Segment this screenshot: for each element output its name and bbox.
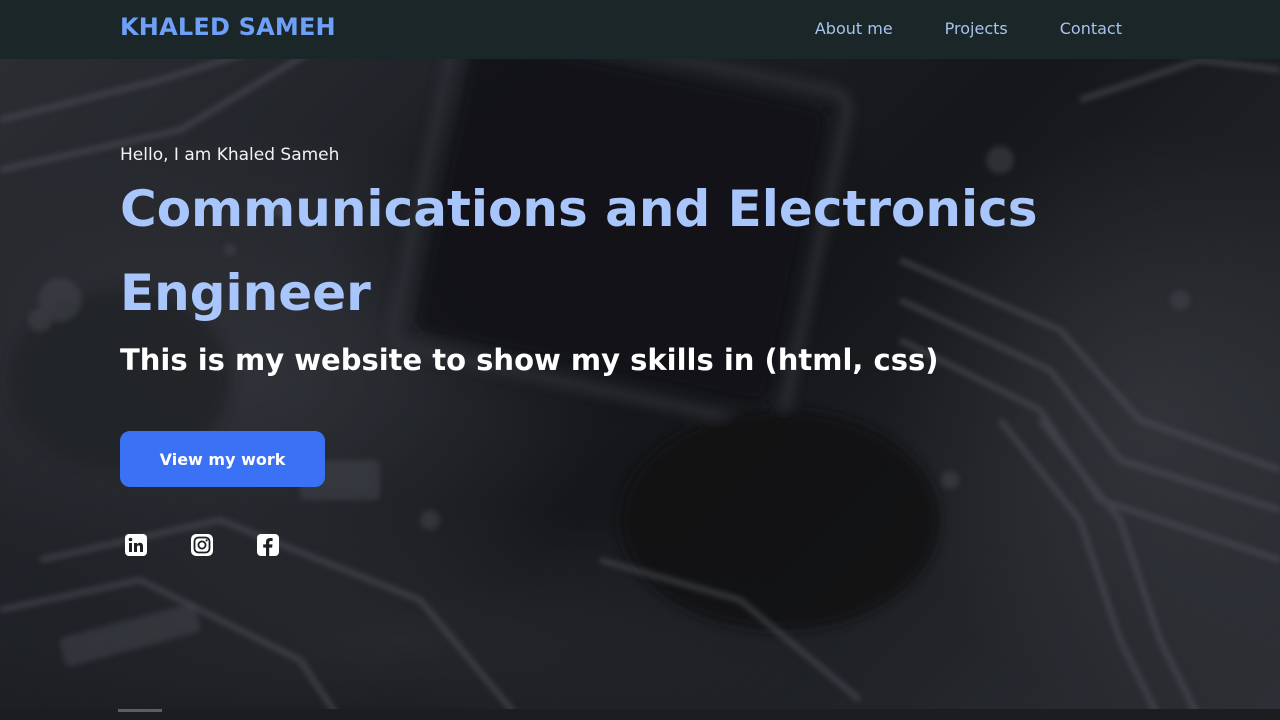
linkedin-icon[interactable] [124, 533, 148, 557]
view-my-work-button[interactable]: View my work [120, 431, 325, 487]
nav-link-about-me[interactable]: About me [815, 19, 893, 38]
hero-section: Hello, I am Khaled Sameh Communications … [120, 145, 1120, 556]
navbar: KHALED SAMEH About me Projects Contact [0, 0, 1280, 59]
page: KHALED SAMEH About me Projects Contact H… [0, 0, 1280, 720]
nav-link-projects[interactable]: Projects [945, 19, 1008, 38]
nav-links: About me Projects Contact [815, 19, 1122, 38]
hero-greeting: Hello, I am Khaled Sameh [120, 145, 340, 165]
nav-link-contact[interactable]: Contact [1060, 19, 1122, 38]
social-links [124, 533, 280, 557]
instagram-icon[interactable] [190, 533, 214, 557]
page-bottom-edge [0, 709, 1280, 720]
brand-logo[interactable]: KHALED SAMEH [120, 13, 336, 41]
hero-headline: Communications and Electronics Engineer [120, 180, 1038, 322]
hero-subheadline: This is my website to show my skills in … [120, 343, 939, 377]
facebook-icon[interactable] [256, 533, 280, 557]
